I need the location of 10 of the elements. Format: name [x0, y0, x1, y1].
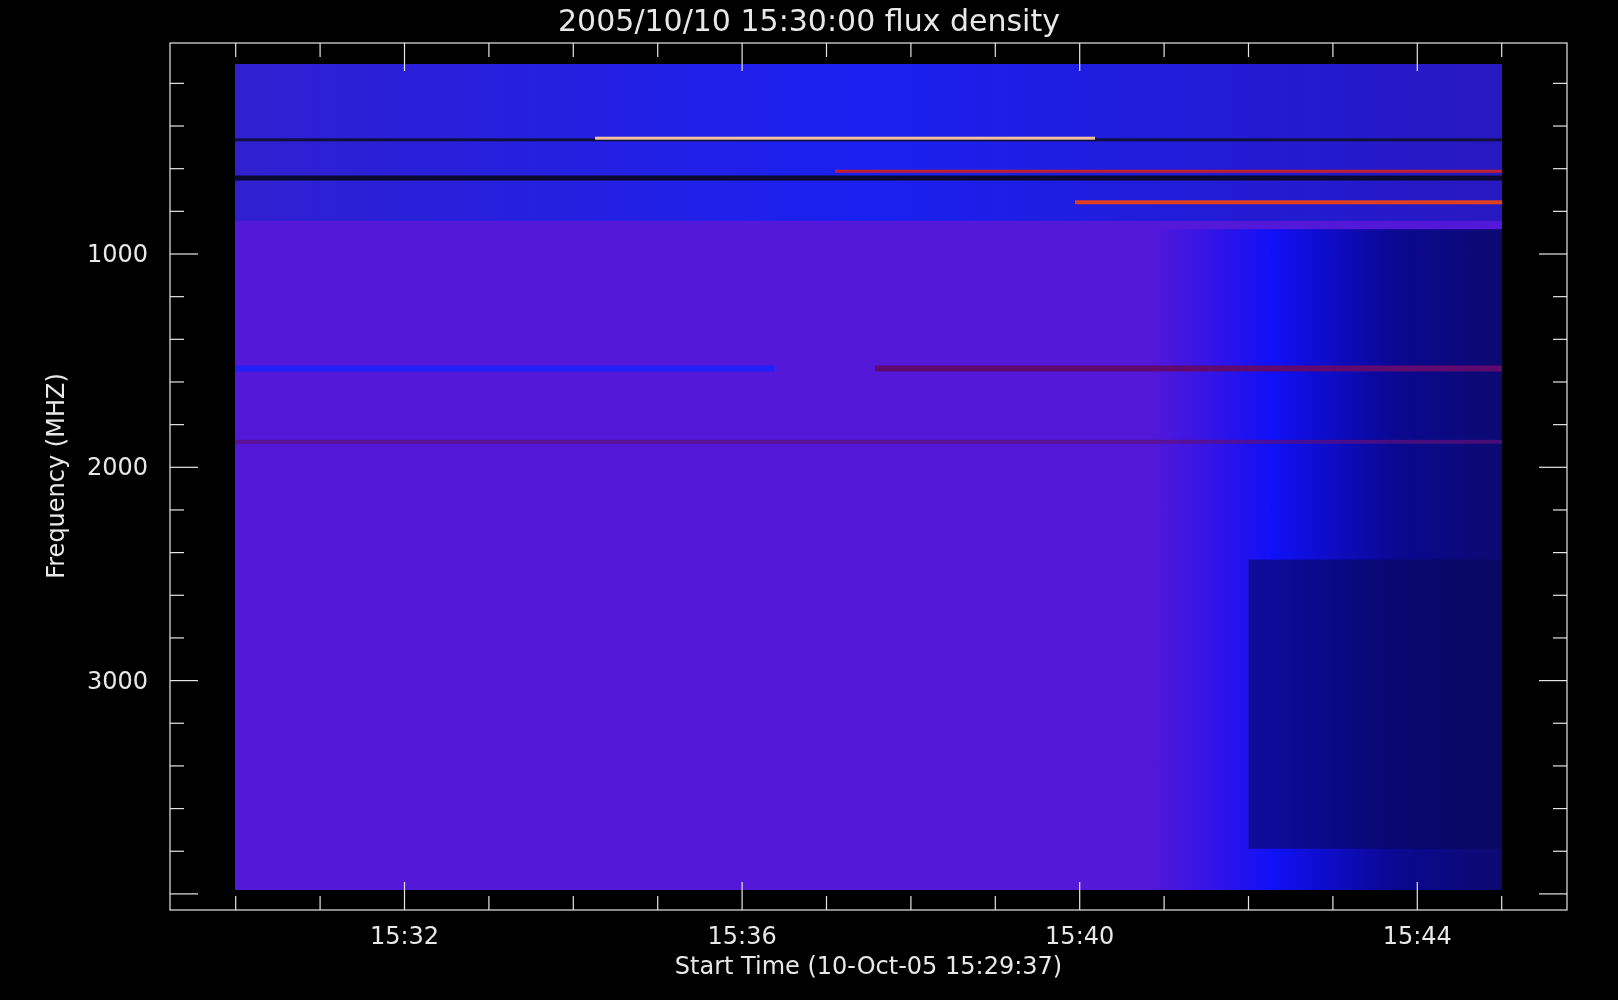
x-axis-label: Start Time (10-Oct-05 15:29:37) — [674, 952, 1063, 980]
x-tick-label: 15:36 — [707, 922, 777, 950]
y-axis-label: Frequency (MHZ) — [42, 373, 70, 579]
chart-title: 2005/10/10 15:30:00 flux density — [558, 2, 1060, 40]
y-tick-label: 3000 — [86, 666, 148, 695]
x-tick-label: 15:44 — [1382, 922, 1452, 950]
y-tick-label: 1000 — [86, 240, 148, 268]
x-tick-label: 15:40 — [1045, 922, 1115, 950]
x-tick-label: 15:32 — [369, 922, 440, 950]
y-tick-label: 2000 — [86, 453, 148, 482]
